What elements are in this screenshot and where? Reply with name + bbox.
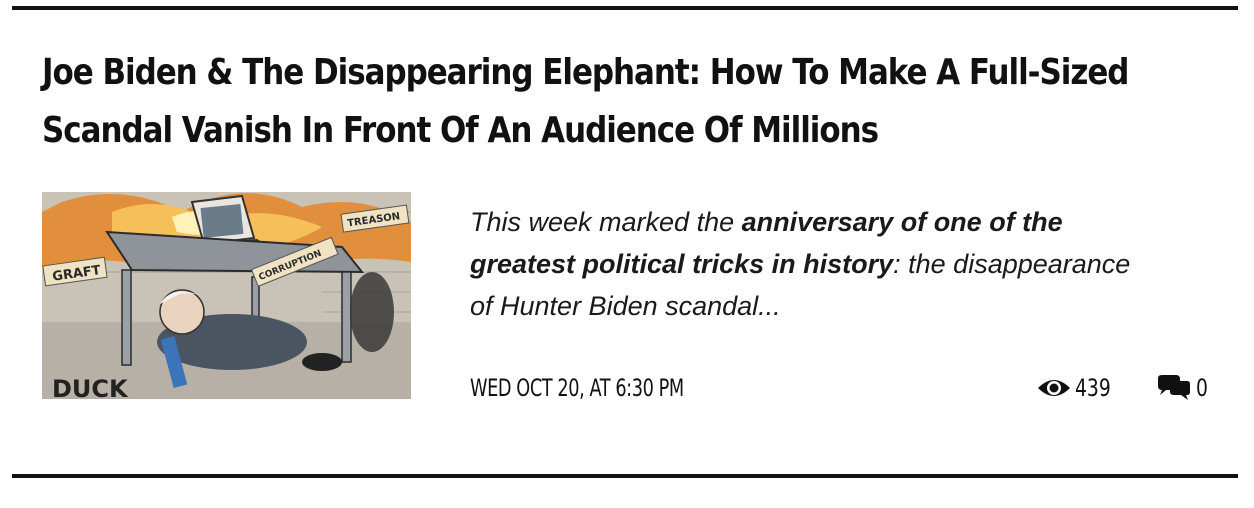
- article-title[interactable]: Joe Biden & The Disappearing Elephant: H…: [42, 44, 1129, 160]
- excerpt-text: : the disappearance: [893, 249, 1131, 279]
- comments-icon[interactable]: [1156, 374, 1192, 402]
- political-cartoon-image: GRAFT TREASON CORRUPTION DUCK: [42, 192, 411, 399]
- cartoon-label-duck: DUCK: [52, 375, 129, 399]
- excerpt-text: of Hunter Biden scandal...: [470, 291, 781, 321]
- bottom-divider: [12, 474, 1238, 478]
- top-divider: [12, 6, 1238, 10]
- view-count: 439: [1037, 371, 1121, 405]
- article-thumbnail[interactable]: GRAFT TREASON CORRUPTION DUCK: [42, 192, 411, 399]
- excerpt-line-3: of Hunter Biden scandal...: [470, 285, 1230, 327]
- article-title-line-2[interactable]: Scandal Vanish In Front Of An Audience O…: [42, 102, 1065, 160]
- excerpt-bold-text: anniversary of one of the: [741, 207, 1063, 237]
- publish-date: WED OCT 20, AT 6:30 PM: [470, 374, 684, 402]
- eye-icon: [1038, 380, 1070, 396]
- excerpt-text: This week marked the: [470, 207, 742, 237]
- comment-count[interactable]: 0: [1156, 371, 1211, 405]
- article-title-line-1[interactable]: Joe Biden & The Disappearing Elephant: H…: [42, 44, 1129, 102]
- excerpt-line-2: greatest political tricks in history: th…: [470, 243, 1230, 285]
- excerpt-line-1: This week marked the anniversary of one …: [470, 201, 1230, 243]
- comment-count-value[interactable]: 0: [1196, 371, 1208, 405]
- excerpt-bold-text: greatest political tricks in history: [470, 249, 894, 279]
- article-excerpt: This week marked the anniversary of one …: [470, 201, 1230, 327]
- view-count-value: 439: [1075, 374, 1111, 402]
